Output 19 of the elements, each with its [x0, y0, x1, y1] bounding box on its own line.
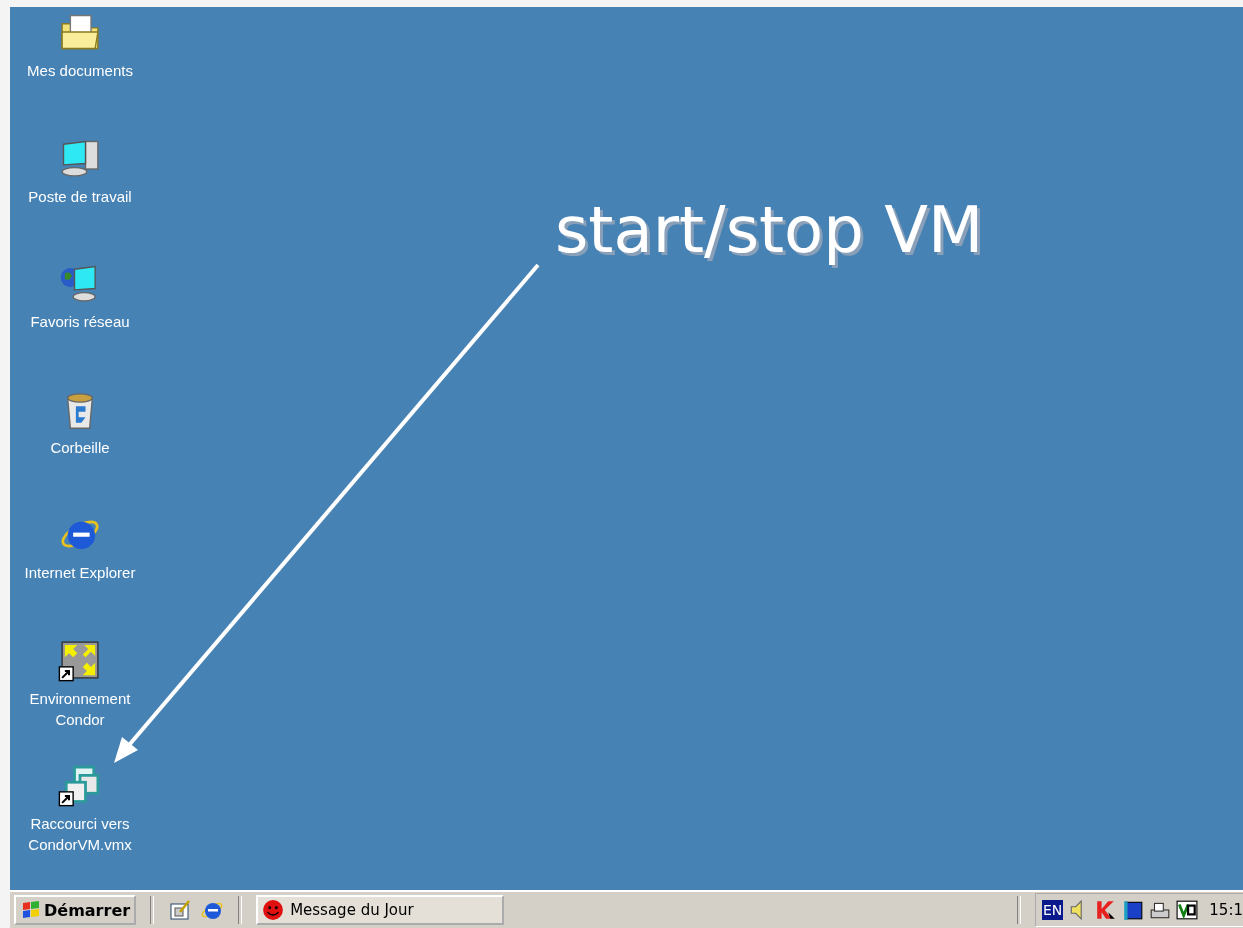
k-letter-icon[interactable] [1095, 899, 1118, 921]
icon-label: Environnement Condor [28, 688, 132, 730]
annotation-text: start/stop VM [555, 193, 984, 267]
icon-label: Favoris réseau [29, 312, 131, 332]
icon-label: Corbeille [49, 437, 111, 458]
desktop-edit-icon[interactable] [168, 898, 193, 922]
task-button[interactable]: Message du Jour [256, 895, 505, 925]
clock: 15:1 [1209, 901, 1243, 919]
windows-stack-icon[interactable] [58, 763, 102, 807]
icon-label: Internet Explorer [23, 563, 137, 583]
icon-label: Mes documents [26, 61, 134, 81]
vnc-icon[interactable] [1176, 899, 1199, 921]
language-indicator[interactable]: EN [1042, 900, 1064, 920]
icon-label: Poste de travail [27, 186, 133, 207]
smiley-icon [262, 899, 285, 921]
icon-label: Raccourci vers CondorVM.vmx [27, 814, 133, 855]
book-icon[interactable] [1122, 899, 1145, 921]
windows-flag-icon [20, 900, 42, 920]
start-button[interactable]: Démarrer [14, 895, 137, 925]
